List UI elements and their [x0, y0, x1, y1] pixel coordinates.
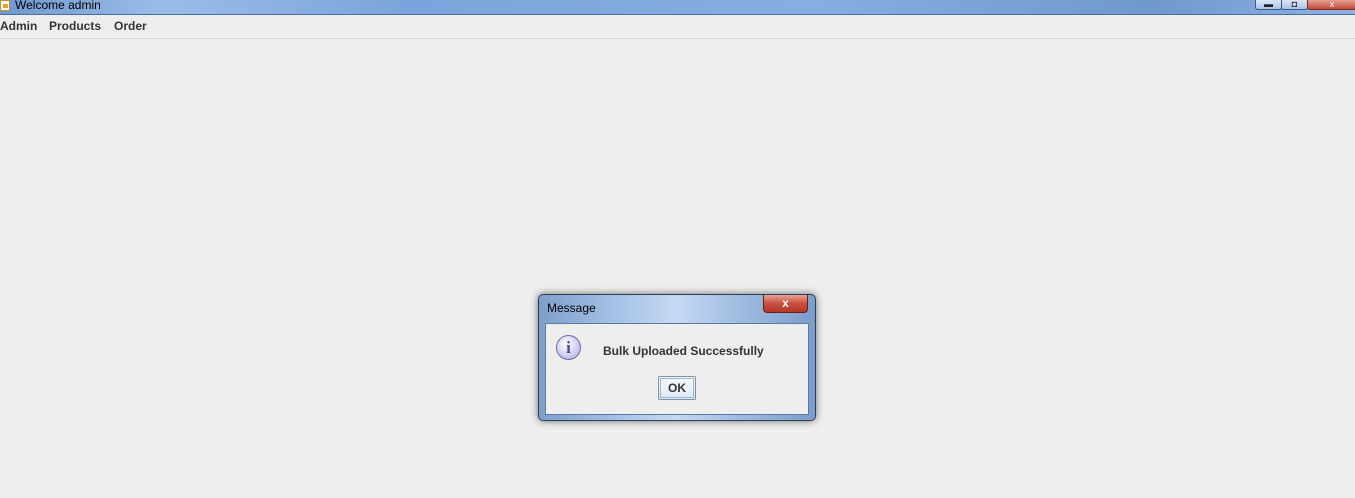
maximize-button[interactable]: ◘ — [1281, 0, 1308, 10]
window-titlebar: Welcome admin ▬ ◘ x — [0, 0, 1355, 15]
menu-order[interactable]: Order — [114, 19, 147, 33]
minimize-button[interactable]: ▬ — [1255, 0, 1282, 10]
window-title: Welcome admin — [15, 0, 101, 12]
menu-admin[interactable]: Admin — [0, 19, 37, 33]
window-close-button[interactable]: x — [1307, 0, 1355, 10]
menu-bar: Admin Products Order — [0, 15, 1355, 39]
main-content-area — [0, 39, 1355, 498]
info-icon: i — [556, 335, 581, 360]
message-dialog: Message x i Bulk Uploaded Successfully O… — [538, 294, 816, 421]
ok-button[interactable]: OK — [658, 376, 696, 400]
app-icon — [0, 0, 10, 11]
dialog-close-button[interactable]: x — [763, 295, 808, 313]
dialog-message: Bulk Uploaded Successfully — [603, 344, 764, 358]
dialog-title: Message — [547, 301, 596, 315]
dialog-body: i Bulk Uploaded Successfully OK — [545, 323, 809, 415]
menu-products[interactable]: Products — [49, 19, 101, 33]
